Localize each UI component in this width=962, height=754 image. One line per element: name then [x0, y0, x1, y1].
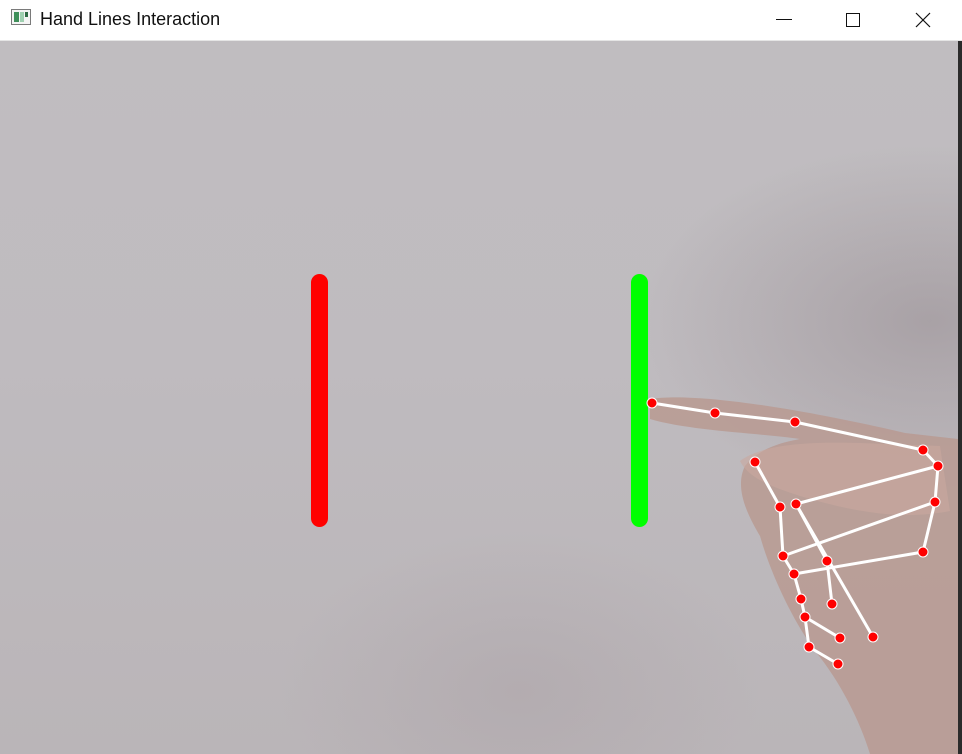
landmark-point	[932, 460, 944, 472]
landmark-point	[789, 416, 801, 428]
app-window: Hand Lines Interaction	[0, 0, 962, 754]
landmark-point	[749, 456, 761, 468]
landmark-points	[646, 397, 944, 670]
landmark-point	[790, 498, 802, 510]
landmark-point	[917, 546, 929, 558]
hand-landmark-overlay	[646, 397, 944, 670]
landmark-point	[709, 407, 721, 419]
landmark-point	[803, 641, 815, 653]
landmark-point	[826, 598, 838, 610]
app-window-icon	[11, 9, 31, 25]
landmark-point	[834, 632, 846, 644]
landmark-point	[795, 593, 807, 605]
landmark-point	[929, 496, 941, 508]
minimize-icon	[776, 19, 792, 20]
landmark-point	[788, 568, 800, 580]
minimize-button[interactable]	[761, 0, 807, 40]
landmark-point	[774, 501, 786, 513]
maximize-icon	[846, 13, 860, 27]
landmark-point	[777, 550, 789, 562]
landmark-point	[832, 658, 844, 670]
camera-feed	[0, 41, 962, 754]
landmark-point	[821, 555, 833, 567]
close-button[interactable]	[900, 0, 946, 40]
window-title: Hand Lines Interaction	[40, 9, 221, 29]
landmark-point	[867, 631, 879, 643]
title-bar[interactable]: Hand Lines Interaction	[0, 0, 962, 41]
maximize-button[interactable]	[830, 0, 876, 40]
landmark-point	[799, 611, 811, 623]
window-right-edge	[958, 41, 962, 754]
close-icon	[915, 12, 931, 28]
landmark-connections	[650, 401, 940, 666]
landmark-point	[917, 444, 929, 456]
